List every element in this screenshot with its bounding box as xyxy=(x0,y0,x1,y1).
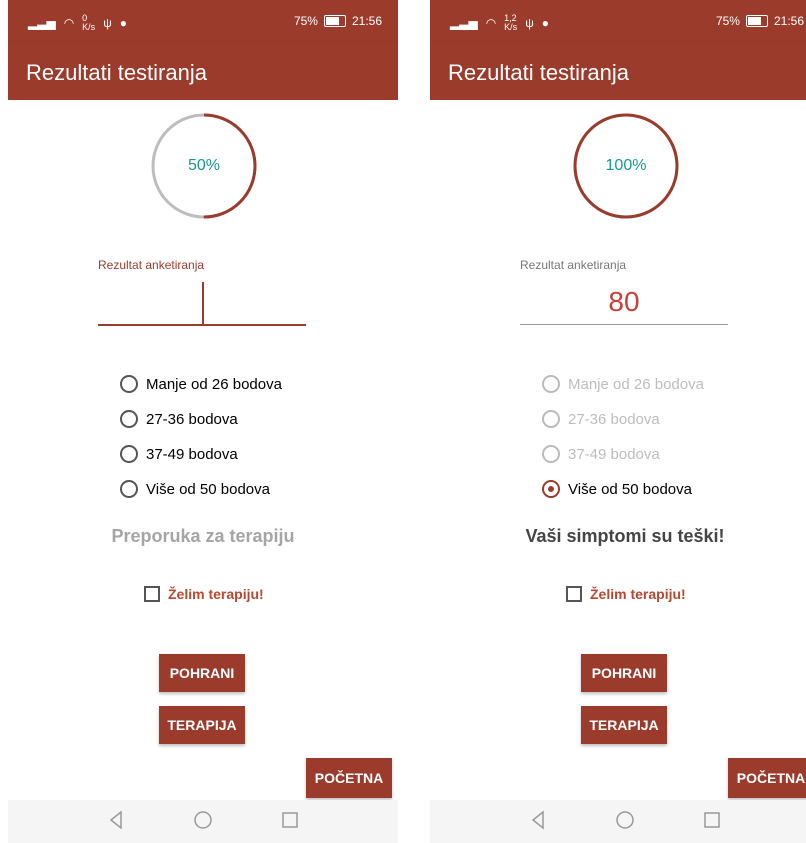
usb-icon: ψ xyxy=(103,16,112,30)
radio-label: 27-36 bodova xyxy=(568,410,660,428)
radio-button[interactable] xyxy=(120,375,138,393)
status-bar: ▂▃▅ ◠ 1,2 K/s ψ ● 75% 21:56 xyxy=(430,0,806,42)
radio-label: Više od 50 bodova xyxy=(568,480,692,498)
therapy-checkbox[interactable] xyxy=(566,586,582,602)
recommendation-text: Vaši simptomi su teški! xyxy=(525,526,725,546)
status-right: 75% 21:56 xyxy=(716,14,804,28)
radio-button[interactable] xyxy=(542,375,560,393)
survey-result-input[interactable] xyxy=(98,324,306,326)
home-circle-icon[interactable] xyxy=(613,808,637,832)
recommendation-text: Preporuka za terapiju xyxy=(111,526,295,546)
recents-icon[interactable] xyxy=(700,808,724,832)
notification-icon: ● xyxy=(119,16,127,30)
page-title: Rezultati testiranja xyxy=(448,60,629,85)
signal-icon: ▂▃▅ xyxy=(450,16,478,30)
radio-option-0[interactable]: Manje od 26 bodova xyxy=(542,372,704,396)
status-right: 75% 21:56 xyxy=(294,14,382,28)
clock: 21:56 xyxy=(351,14,382,28)
progress-percent: 100% xyxy=(605,157,647,174)
app-bar: Rezultati testiranja xyxy=(8,42,398,100)
radio-option-2[interactable]: 37-49 bodova xyxy=(120,442,238,466)
radio-label: Više od 50 bodova xyxy=(146,480,270,498)
save-button[interactable]: POHRANI xyxy=(159,654,245,692)
text-cursor xyxy=(202,282,204,324)
content-area: 100% Rezultat anketiranja 80 Manje od 26… xyxy=(430,100,806,800)
network-speed-unit: K/s xyxy=(82,22,96,32)
therapy-checkbox[interactable] xyxy=(144,586,160,602)
therapy-button[interactable]: TERAPIJA xyxy=(159,706,245,744)
content-area: 50% Rezultat anketiranja Manje od 26 bod… xyxy=(8,100,398,800)
back-icon[interactable] xyxy=(104,808,128,832)
radio-button[interactable] xyxy=(120,445,138,463)
app-bar: Rezultati testiranja xyxy=(430,42,806,100)
therapy-checkbox-row[interactable]: Želim terapiju! xyxy=(566,586,686,602)
radio-label: 37-49 bodova xyxy=(146,445,238,463)
radio-label: Manje od 26 bodova xyxy=(146,375,282,393)
survey-result-label: Rezultat anketiranja xyxy=(98,258,205,272)
radio-label: Manje od 26 bodova xyxy=(568,375,704,393)
progress-circle: 50% xyxy=(148,110,260,222)
home-button[interactable]: POČETNA xyxy=(728,758,806,798)
therapy-checkbox-label: Želim terapiju! xyxy=(590,586,686,602)
phone-screen-right: ▂▃▅ ◠ 1,2 K/s ψ ● 75% 21:56 Rezultati te… xyxy=(430,0,806,843)
therapy-checkbox-row[interactable]: Želim terapiju! xyxy=(144,586,264,602)
radio-button[interactable] xyxy=(120,480,138,498)
radio-option-0[interactable]: Manje od 26 bodova xyxy=(120,372,282,396)
therapy-button[interactable]: TERAPIJA xyxy=(581,706,667,744)
save-button[interactable]: POHRANI xyxy=(581,654,667,692)
survey-result-label: Rezultat anketiranja xyxy=(520,258,627,272)
radio-option-1[interactable]: 27-36 bodova xyxy=(542,407,660,431)
radio-option-1[interactable]: 27-36 bodova xyxy=(120,407,238,431)
usb-icon: ψ xyxy=(525,16,534,30)
network-speed-unit: K/s xyxy=(504,22,518,32)
battery-percentage: 75% xyxy=(293,14,318,28)
radio-option-3[interactable]: Više od 50 bodova xyxy=(120,477,270,501)
battery-icon xyxy=(745,15,768,27)
network-speed: 0 K/s xyxy=(82,14,95,32)
radio-option-2[interactable]: 37-49 bodova xyxy=(542,442,660,466)
survey-result-value: 80 xyxy=(608,286,640,317)
therapy-checkbox-label: Želim terapiju! xyxy=(168,586,264,602)
battery-percentage: 75% xyxy=(715,14,740,28)
radio-option-3[interactable]: Više od 50 bodova xyxy=(542,477,692,501)
signal-icon: ▂▃▅ xyxy=(28,16,56,30)
home-circle-icon[interactable] xyxy=(191,808,215,832)
recents-icon[interactable] xyxy=(278,808,302,832)
system-nav-bar xyxy=(430,800,806,843)
status-bar: ▂▃▅ ◠ 0 K/s ψ ● 75% 21:56 xyxy=(8,0,398,42)
battery-icon xyxy=(323,15,346,27)
wifi-icon: ◠ xyxy=(63,16,75,30)
system-nav-bar xyxy=(8,800,398,843)
radio-label: 37-49 bodova xyxy=(568,445,660,463)
back-icon[interactable] xyxy=(526,808,550,832)
notification-icon: ● xyxy=(541,16,549,30)
network-speed: 1,2 K/s xyxy=(504,14,517,32)
progress-circle: 100% xyxy=(570,110,682,222)
wifi-icon: ◠ xyxy=(485,16,497,30)
radio-button[interactable] xyxy=(120,410,138,428)
status-left: ▂▃▅ ◠ 1,2 K/s ψ ● xyxy=(450,14,549,32)
status-left: ▂▃▅ ◠ 0 K/s ψ ● xyxy=(28,14,127,32)
radio-button[interactable] xyxy=(542,480,560,498)
clock: 21:56 xyxy=(773,14,804,28)
phone-screen-left: ▂▃▅ ◠ 0 K/s ψ ● 75% 21:56 Rezultati test… xyxy=(8,0,398,843)
survey-result-input[interactable] xyxy=(520,324,728,325)
progress-percent: 50% xyxy=(187,157,221,174)
home-button[interactable]: POČETNA xyxy=(306,758,392,798)
radio-label: 27-36 bodova xyxy=(146,410,238,428)
page-title: Rezultati testiranja xyxy=(26,60,207,85)
radio-button[interactable] xyxy=(542,445,560,463)
radio-button[interactable] xyxy=(542,410,560,428)
